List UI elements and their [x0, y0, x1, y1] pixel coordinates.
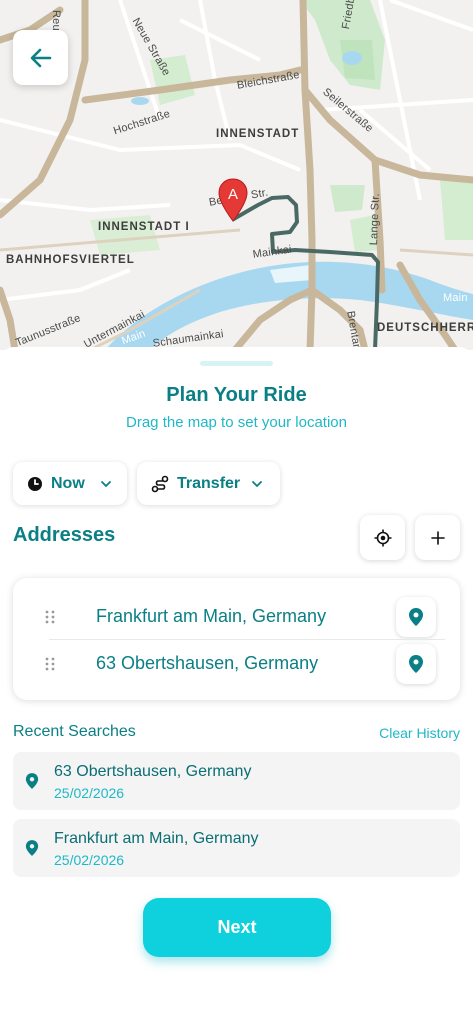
arrow-left-icon — [30, 48, 51, 67]
map-pin-icon: A — [218, 178, 248, 222]
recent-searches-heading: Recent Searches — [13, 723, 136, 740]
clear-history-link[interactable]: Clear History — [379, 725, 460, 741]
add-address-button[interactable] — [415, 515, 460, 560]
divider — [49, 639, 445, 640]
map-label-district: BAHNHOFSVIERTEL — [6, 254, 135, 266]
map-pin-icon — [25, 840, 39, 856]
next-button[interactable]: Next — [143, 898, 331, 957]
ride-type-label: Transfer — [177, 474, 241, 492]
route-icon — [151, 475, 169, 492]
ride-type-select-button[interactable]: Transfer — [137, 462, 280, 505]
recent-search-item[interactable]: 63 Obertshausen, Germany 25/02/2026 — [13, 752, 460, 810]
sheet-drag-handle[interactable] — [200, 361, 273, 366]
recent-search-title: 63 Obertshausen, Germany — [54, 763, 252, 780]
plus-icon — [430, 530, 445, 545]
drag-handle-icon[interactable] — [44, 656, 56, 672]
current-location-button[interactable] — [360, 515, 405, 560]
map-label-district: DEUTSCHHERRN — [377, 322, 473, 334]
clock-icon — [28, 476, 42, 491]
map-label-district: INNENSTADT — [216, 128, 300, 140]
page-title: Plan Your Ride — [166, 384, 307, 406]
address-text[interactable]: Frankfurt am Main, Germany — [96, 606, 326, 627]
location-marker-a[interactable]: A — [218, 178, 248, 222]
next-button-label: Next — [217, 917, 257, 937]
crosshair-icon — [374, 529, 391, 546]
plan-ride-sheet: Plan Your Ride Drag the map to set your … — [0, 347, 473, 1024]
map-label-street: Lange Str. — [368, 192, 382, 246]
recent-search-date: 25/02/2026 — [54, 852, 125, 868]
address-row[interactable]: 63 Obertshausen, Germany — [13, 641, 460, 687]
chevron-down-icon — [252, 480, 263, 487]
recent-search-date: 25/02/2026 — [54, 785, 125, 801]
page-subtitle: Drag the map to set your location — [126, 414, 347, 431]
time-select-button[interactable]: Now — [13, 462, 127, 505]
svg-text:A: A — [228, 186, 238, 203]
recent-search-title: Frankfurt am Main, Germany — [54, 830, 259, 847]
time-select-label: Now — [51, 474, 85, 492]
map-view[interactable]: Reuterweg Neue Straße Hochstraße Bleichs… — [0, 0, 473, 350]
address-row[interactable]: Frankfurt am Main, Germany — [13, 594, 460, 640]
chevron-down-icon — [100, 480, 111, 487]
address-text[interactable]: 63 Obertshausen, Germany — [96, 653, 318, 674]
address-list-card: Frankfurt am Main, Germany 63 Obertshaus… — [13, 578, 460, 700]
map-pin-icon — [409, 608, 423, 626]
back-button[interactable] — [13, 30, 68, 85]
map-pin-icon — [25, 773, 39, 789]
pick-on-map-button[interactable] — [396, 644, 436, 684]
pick-on-map-button[interactable] — [396, 597, 436, 637]
addresses-heading: Addresses — [13, 524, 116, 546]
map-pin-icon — [409, 655, 423, 673]
map-label-district: INNENSTADT I — [98, 221, 190, 233]
map-basemap — [0, 0, 473, 350]
map-label-river: Main — [443, 292, 468, 304]
drag-handle-icon[interactable] — [44, 609, 56, 625]
recent-search-item[interactable]: Frankfurt am Main, Germany 25/02/2026 — [13, 819, 460, 877]
